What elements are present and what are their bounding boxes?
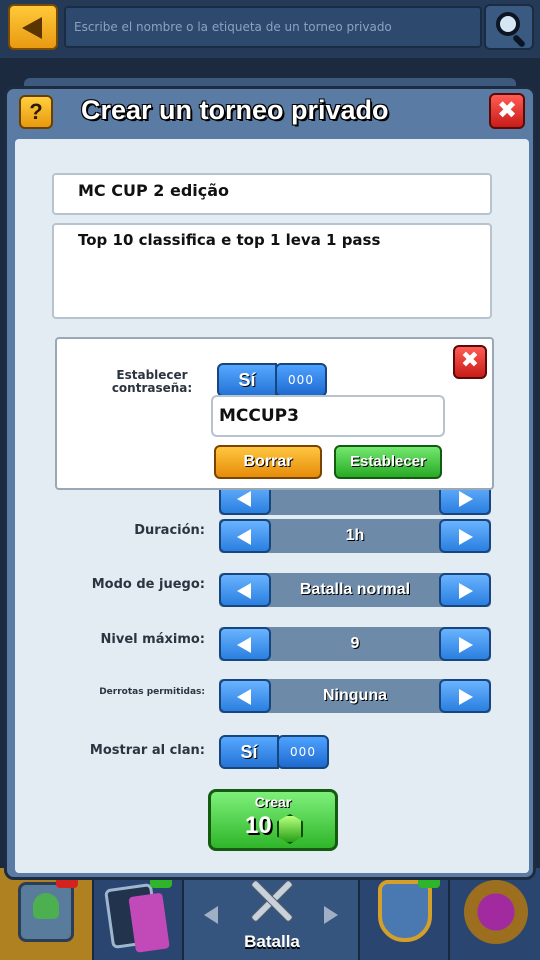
game-mode-increase-button[interactable] [439,573,491,607]
password-toggle[interactable]: Sí 000 [217,363,327,397]
tournament-name-input[interactable]: MC CUP 2 edição [52,173,492,215]
arrow-left-icon [237,637,251,653]
game-mode-decrease-button[interactable] [219,573,271,607]
arrow-left-icon [237,529,251,545]
chest-icon [18,882,74,942]
top-bar: Escribe el nombre o la etiqueta de un to… [0,0,540,58]
tournament-icon [464,880,528,944]
losses-increase-button[interactable] [439,679,491,713]
gem-icon [277,814,303,844]
search-icon [496,12,520,36]
chevron-left-icon [204,906,218,924]
nav-tab-shop[interactable] [0,868,92,960]
nav-tab-cards[interactable] [92,868,182,960]
duration-stepper: 1h [219,519,491,553]
back-arrow-icon [22,17,42,39]
duration-decrease-button[interactable] [219,519,271,553]
arrow-right-icon [459,583,473,599]
nav-tab-battle[interactable]: Batalla [182,868,358,960]
max-level-increase-button[interactable] [439,627,491,661]
arrow-right-icon [459,637,473,653]
clear-password-button[interactable]: Borrar [214,445,322,479]
losses-decrease-button[interactable] [219,679,271,713]
arrow-right-icon [459,689,473,705]
arrow-left-icon [237,583,251,599]
create-label: Crear [254,794,292,810]
duration-label: Duración: [134,523,205,538]
show-clan-label: Mostrar al clan: [89,743,205,758]
create-button[interactable]: Crear 10 [208,789,338,851]
create-cost: 10 [245,812,272,839]
modal-header: ? Crear un torneo privado ✖ [7,89,533,139]
duration-value: 1h [345,527,365,544]
arrow-right-icon [459,529,473,545]
game-mode-value: Batalla normal [299,581,411,598]
search-icon-handle [511,33,527,49]
password-popup: Establecer contraseña: Sí 000 MCCUP3 ✖ B… [55,337,494,490]
modal-body: MC CUP 2 edição Top 10 classifica e top … [15,139,529,873]
toggle-on-label: Sí [217,363,277,397]
toggle-on-label: Sí [219,735,279,769]
modal-title: Crear un torneo privado [81,95,389,125]
losses-stepper: Ninguna [219,679,491,713]
nav-tab-label: Batalla [244,932,300,951]
chevron-right-icon [324,906,338,924]
set-password-button[interactable]: Establecer [334,445,442,479]
password-label: Establecer contraseña: [111,368,193,395]
tournament-description-input[interactable]: Top 10 classifica e top 1 leva 1 pass [52,223,492,319]
nav-tab-tournaments[interactable] [448,868,540,960]
close-button[interactable]: ✖ [489,93,525,129]
duration-increase-button[interactable] [439,519,491,553]
losses-label: Derrotas permitidas: [99,687,205,697]
password-input[interactable]: MCCUP3 [211,395,445,437]
max-level-label: Nivel máximo: [100,632,205,647]
losses-value: Ninguna [323,687,387,704]
max-level-decrease-button[interactable] [219,627,271,661]
toggle-knob: 000 [277,735,329,769]
crossed-swords-icon [240,874,304,928]
show-clan-toggle[interactable]: Sí 000 [219,735,329,769]
arrow-left-icon [237,689,251,705]
max-level-value: 9 [350,635,360,652]
game-mode-label: Modo de juego: [91,577,205,592]
bottom-nav: Batalla [0,868,540,960]
game-mode-stepper: Batalla normal [219,573,491,607]
help-button[interactable]: ? [19,95,53,129]
nav-tab-clan[interactable] [358,868,448,960]
password-close-button[interactable]: ✖ [453,345,487,379]
clan-icon [378,880,432,942]
search-button[interactable] [484,4,534,50]
cards-icon [104,882,160,950]
max-level-stepper: 9 [219,627,491,661]
search-input[interactable]: Escribe el nombre o la etiqueta de un to… [64,6,482,48]
toggle-knob: 000 [275,363,327,397]
back-button[interactable] [8,4,58,50]
